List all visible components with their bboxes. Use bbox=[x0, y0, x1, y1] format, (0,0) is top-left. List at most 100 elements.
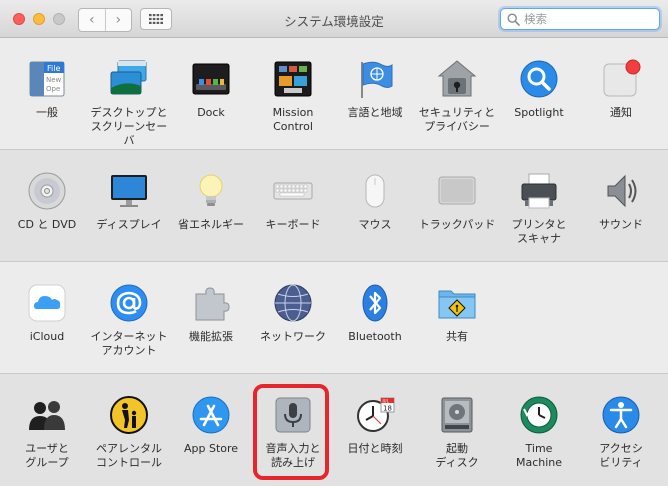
pane-label: トラックパッド bbox=[418, 218, 496, 231]
pane-label: ペアレンタル コントロール bbox=[96, 442, 162, 469]
pane-label: Dock bbox=[197, 106, 225, 119]
pane-general[interactable]: File New Ope 一般 bbox=[6, 50, 88, 146]
network-icon bbox=[272, 282, 314, 324]
navigation-buttons: ‹ › bbox=[78, 8, 132, 32]
pane-sharing[interactable]: 共有 bbox=[416, 274, 498, 370]
language-region-icon bbox=[354, 58, 396, 100]
parental-controls-icon bbox=[108, 394, 150, 436]
pane-time-machine[interactable]: Time Machine bbox=[498, 386, 580, 482]
pane-label: 機能拡張 bbox=[189, 330, 233, 343]
pane-display[interactable]: ディスプレイ bbox=[88, 162, 170, 258]
pane-label: ユーザと グループ bbox=[25, 442, 69, 469]
internet-accounts-icon bbox=[108, 282, 150, 324]
forward-button[interactable]: › bbox=[104, 9, 132, 31]
pane-accessibility[interactable]: アクセシ ビリティ bbox=[580, 386, 662, 482]
pane-network[interactable]: ネットワーク bbox=[252, 274, 334, 370]
zoom-window-button[interactable] bbox=[53, 13, 65, 25]
cd-dvd-icon bbox=[26, 170, 68, 212]
mouse-icon bbox=[354, 170, 396, 212]
system-preferences-window: ‹ › システム環境設定 検索 File New Ope 一般 デスクトップと … bbox=[0, 0, 668, 486]
accessibility-icon bbox=[600, 394, 642, 436]
pane-bluetooth[interactable]: Bluetooth bbox=[334, 274, 416, 370]
pane-mission-control[interactable]: Mission Control bbox=[252, 50, 334, 146]
pane-label: Mission Control bbox=[272, 106, 314, 133]
back-button[interactable]: ‹ bbox=[79, 9, 105, 31]
pane-label: ネットワーク bbox=[260, 330, 326, 343]
pane-startup-disk[interactable]: 起動 ディスク bbox=[416, 386, 498, 482]
pane-mouse[interactable]: マウス bbox=[334, 162, 416, 258]
pane-label: 起動 ディスク bbox=[435, 442, 479, 469]
pane-label: 言語と地域 bbox=[347, 106, 403, 119]
title-bar: ‹ › システム環境設定 bbox=[0, 0, 668, 38]
search-field[interactable] bbox=[500, 8, 660, 30]
pane-dock[interactable]: Dock bbox=[170, 50, 252, 146]
pane-icloud[interactable]: iCloud bbox=[6, 274, 88, 370]
pane-printer-scanner[interactable]: プリンタと スキャナ bbox=[498, 162, 580, 258]
energy-saver-icon bbox=[190, 170, 232, 212]
pane-label: キーボード bbox=[265, 218, 321, 231]
pane-parental-controls[interactable]: ペアレンタル コントロール bbox=[88, 386, 170, 482]
show-all-button[interactable] bbox=[140, 8, 172, 30]
section-system: ユーザと グループ ペアレンタル コントロール App Store 音声入力と … bbox=[0, 374, 668, 486]
pane-label: Spotlight bbox=[514, 106, 564, 119]
sharing-icon bbox=[436, 282, 478, 324]
pane-label: 音声入力と 読み上げ bbox=[265, 442, 321, 469]
dictation-speech-icon bbox=[272, 394, 314, 436]
time-machine-icon bbox=[518, 394, 560, 436]
pane-label: インターネット アカウント bbox=[90, 330, 168, 357]
dock-icon bbox=[190, 58, 232, 100]
pane-label: 共有 bbox=[446, 330, 468, 343]
pane-internet-accounts[interactable]: インターネット アカウント bbox=[88, 274, 170, 370]
pane-date-time[interactable]: JUL 18 日付と時刻 bbox=[334, 386, 416, 482]
svg-text:Ope: Ope bbox=[46, 85, 60, 93]
trackpad-icon bbox=[436, 170, 478, 212]
pane-label: サウンド bbox=[599, 218, 643, 231]
svg-text:File: File bbox=[47, 64, 60, 73]
pane-label: アクセシ ビリティ bbox=[599, 442, 643, 469]
pane-label: 一般 bbox=[36, 106, 58, 119]
pane-energy-saver[interactable]: 省エネルギー bbox=[170, 162, 252, 258]
pane-dictation-speech[interactable]: 音声入力と 読み上げ bbox=[252, 386, 334, 482]
pane-label: デスクトップと スクリーンセーバ bbox=[90, 106, 168, 147]
pane-sound[interactable]: サウンド bbox=[580, 162, 662, 258]
pane-users-groups[interactable]: ユーザと グループ bbox=[6, 386, 88, 482]
mission-control-icon bbox=[272, 58, 314, 100]
date-time-icon: JUL 18 bbox=[354, 394, 396, 436]
pane-extensions[interactable]: 機能拡張 bbox=[170, 274, 252, 370]
pane-label: 省エネルギー bbox=[178, 218, 244, 231]
pane-keyboard[interactable]: キーボード bbox=[252, 162, 334, 258]
chevron-right-icon: › bbox=[115, 12, 122, 28]
notifications-icon bbox=[600, 58, 642, 100]
pane-notifications[interactable]: 通知 bbox=[580, 50, 662, 146]
printer-scanner-icon bbox=[518, 170, 560, 212]
pane-security-privacy[interactable]: セキュリティと プライバシー bbox=[416, 50, 498, 146]
security-privacy-icon bbox=[436, 58, 478, 100]
users-groups-icon bbox=[26, 394, 68, 436]
pane-label: iCloud bbox=[29, 330, 65, 343]
search-icon bbox=[507, 12, 520, 26]
pane-label: 通知 bbox=[610, 106, 632, 119]
section-hardware: CD と DVD ディスプレイ 省エネルギー キーボード マウス トラックパッド… bbox=[0, 150, 668, 262]
pane-desktop-screensaver[interactable]: デスクトップと スクリーンセーバ bbox=[88, 50, 170, 147]
pane-label: プリンタと スキャナ bbox=[511, 218, 567, 245]
pane-app-store[interactable]: App Store bbox=[170, 386, 252, 482]
pane-label: CD と DVD bbox=[17, 218, 77, 231]
pane-label: セキュリティと プライバシー bbox=[418, 106, 496, 133]
pane-spotlight[interactable]: Spotlight bbox=[498, 50, 580, 146]
pane-trackpad[interactable]: トラックパッド bbox=[416, 162, 498, 258]
pane-label: マウス bbox=[358, 218, 392, 231]
pane-label: ディスプレイ bbox=[96, 218, 162, 231]
app-store-icon bbox=[190, 394, 232, 436]
svg-text:JUL: JUL bbox=[382, 399, 390, 404]
general-icon: File New Ope bbox=[26, 58, 68, 100]
pane-cd-dvd[interactable]: CD と DVD bbox=[6, 162, 88, 258]
pane-language-region[interactable]: 言語と地域 bbox=[334, 50, 416, 146]
close-window-button[interactable] bbox=[13, 13, 25, 25]
minimize-window-button[interactable] bbox=[33, 13, 45, 25]
pane-label: Bluetooth bbox=[348, 330, 402, 343]
pane-label: Time Machine bbox=[515, 442, 563, 469]
spotlight-icon bbox=[518, 58, 560, 100]
section-personal: File New Ope 一般 デスクトップと スクリーンセーバ Dock Mi… bbox=[0, 38, 668, 150]
search-input[interactable] bbox=[520, 11, 659, 27]
extensions-icon bbox=[190, 282, 232, 324]
